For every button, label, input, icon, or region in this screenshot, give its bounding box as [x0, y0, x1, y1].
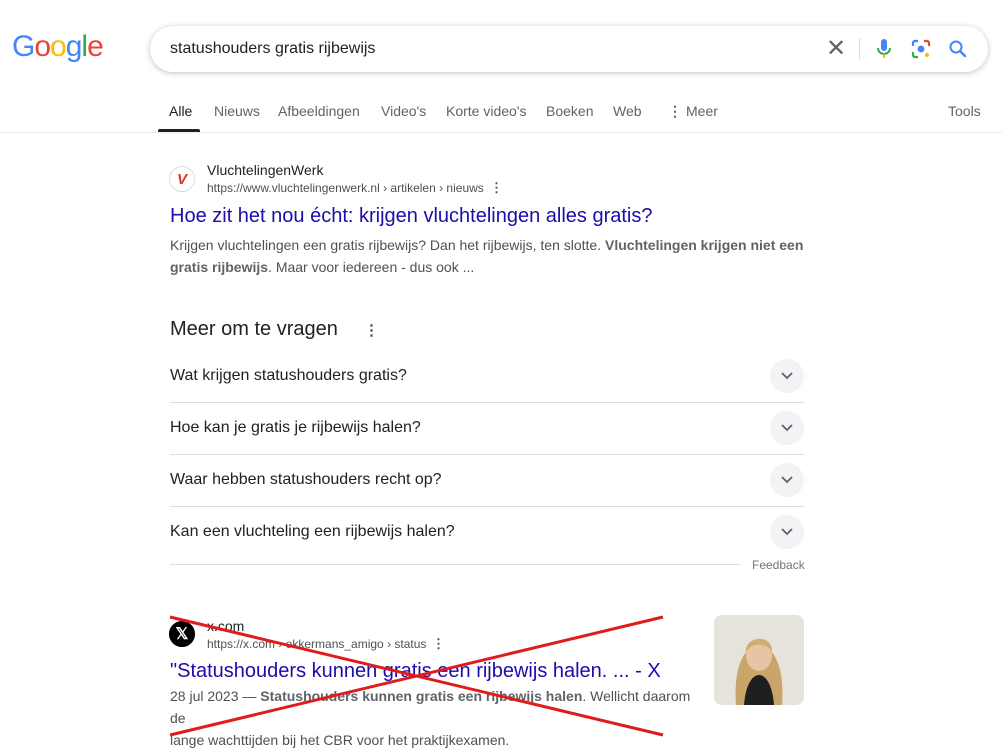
paa-question-text: Wat krijgen statushouders gratis?	[170, 367, 407, 384]
snippet-text: Krijgen vluchtelingen een gratis rijbewi…	[170, 237, 605, 253]
result-title-link[interactable]: "Statushouders kunnen gratis een rijbewi…	[170, 660, 661, 683]
clear-icon[interactable]: ✕	[824, 37, 848, 61]
tab-alle[interactable]: Alle	[169, 103, 192, 119]
chevron-down-icon[interactable]	[770, 515, 804, 549]
paa-more-icon[interactable]: ⋮	[364, 321, 379, 339]
search-icon[interactable]	[946, 37, 970, 61]
google-lens-icon[interactable]	[909, 37, 933, 61]
search-tabs: Alle Nieuws Afbeeldingen Video's Korte v…	[0, 93, 1002, 133]
google-logo[interactable]: Google	[12, 30, 104, 64]
more-vert-icon: ⋮	[668, 103, 682, 119]
tab-boeken[interactable]: Boeken	[546, 103, 593, 119]
snippet-bold: gratis rijbewijs	[170, 259, 269, 275]
tab-nieuws[interactable]: Nieuws	[214, 103, 260, 119]
snippet-text: . Maar voor iedereen - dus ook ...	[268, 259, 475, 275]
result-url[interactable]: https://x.com › ekkermans_amigo › status	[207, 637, 426, 651]
paa-heading: Meer om te vragen	[170, 318, 338, 340]
paa-question-text: Hoe kan je gratis je rijbewijs halen?	[170, 419, 421, 436]
paa-question-text: Waar hebben statushouders recht op?	[170, 471, 442, 488]
tools-button[interactable]: Tools	[948, 103, 981, 119]
search-input[interactable]: statushouders gratis rijbewijs	[170, 40, 375, 58]
tab-korte-videos[interactable]: Korte video's	[446, 103, 527, 119]
feedback-link[interactable]: Feedback	[752, 558, 805, 572]
result-thumbnail[interactable]	[714, 615, 804, 705]
x-favicon: 𝕏	[169, 621, 195, 647]
result-more-icon[interactable]: ⋮	[490, 180, 503, 196]
microphone-icon[interactable]	[872, 37, 896, 61]
result-snippet: 28 jul 2023 — Statushouders kunnen grati…	[170, 685, 705, 748]
search-box[interactable]: statushouders gratis rijbewijs ✕	[150, 26, 988, 72]
paa-question[interactable]: Hoe kan je gratis je rijbewijs halen?	[170, 403, 804, 455]
tab-afbeeldingen[interactable]: Afbeeldingen	[278, 103, 360, 119]
chevron-down-icon[interactable]	[770, 411, 804, 445]
paa-question-text: Kan een vluchteling een rijbewijs halen?	[170, 523, 455, 540]
tab-videos[interactable]: Video's	[381, 103, 426, 119]
vluchtelingenwerk-favicon: V	[169, 166, 195, 192]
result-site-name[interactable]: VluchtelingenWerk	[207, 162, 323, 178]
paa-divider	[170, 564, 740, 565]
chevron-down-icon[interactable]	[770, 463, 804, 497]
paa-question[interactable]: Waar hebben statushouders recht op?	[170, 455, 804, 507]
result-url[interactable]: https://www.vluchtelingenwerk.nl › artik…	[207, 181, 484, 195]
tab-meer-label: Meer	[686, 103, 718, 119]
result-site-name[interactable]: x.com	[207, 618, 244, 634]
search-divider	[859, 38, 860, 60]
result-more-icon[interactable]: ⋮	[432, 636, 445, 652]
snippet-bold: Statushouders kunnen gratis een rijbewij…	[260, 688, 583, 704]
snippet-date: 28 jul 2023 —	[170, 688, 261, 704]
active-tab-indicator	[158, 129, 200, 132]
snippet-text: lange wachttijden bij het CBR voor het p…	[170, 732, 510, 748]
chevron-down-icon[interactable]	[770, 359, 804, 393]
result-snippet: Krijgen vluchtelingen een gratis rijbewi…	[170, 234, 810, 278]
paa-question[interactable]: Kan een vluchteling een rijbewijs halen?	[170, 507, 804, 559]
paa-question[interactable]: Wat krijgen statushouders gratis?	[170, 351, 804, 403]
result-title-link[interactable]: Hoe zit het nou écht: krijgen vluchtelin…	[170, 205, 653, 228]
tab-web[interactable]: Web	[613, 103, 642, 119]
snippet-bold: Vluchtelingen krijgen niet een	[605, 237, 804, 253]
tab-meer[interactable]: ⋮ Meer	[668, 103, 718, 120]
